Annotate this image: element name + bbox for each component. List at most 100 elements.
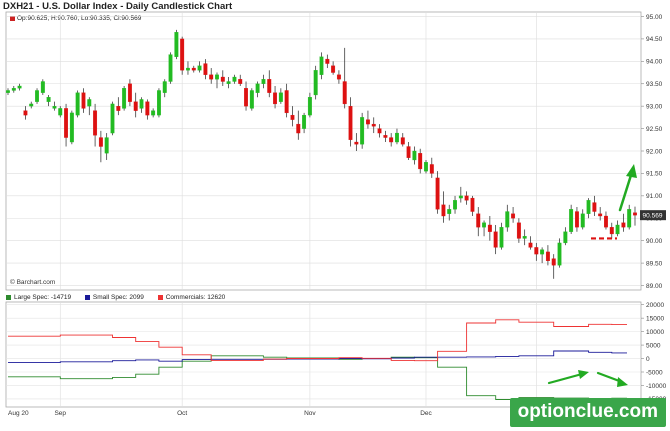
candle-body (249, 90, 254, 109)
candle-body (319, 56, 324, 75)
cot-panel-frame (5, 301, 642, 408)
candle-body (476, 213, 481, 228)
candle-body (46, 97, 51, 102)
candle-body (307, 97, 312, 116)
x-axis-label: Oct (177, 410, 187, 417)
candle-body (17, 85, 22, 89)
candle-body (348, 106, 353, 140)
candle-body (534, 247, 539, 255)
candle-body (604, 215, 608, 228)
candle-body (52, 106, 57, 109)
candle-body (598, 213, 603, 217)
cot-tick-label: -5000 (646, 369, 663, 376)
candle-body (220, 76, 225, 82)
cot-up-arrow-shaft (547, 372, 584, 385)
candle-body (238, 79, 243, 84)
x-axis-label: Sep (54, 410, 66, 417)
candle-body (615, 224, 620, 235)
candle-body (261, 79, 266, 84)
candle-body (511, 213, 516, 219)
candle-body (424, 162, 428, 172)
price-tick-label: 91.00 (646, 193, 663, 200)
candle-body (313, 70, 318, 96)
price-tick-label: 92.00 (646, 148, 663, 155)
candle-body (435, 177, 440, 210)
candle-body (168, 54, 173, 82)
candle-body (412, 150, 417, 161)
candle-body (278, 92, 283, 102)
cot-legend: Large Spec: -14719 Small Spec: 2099 Comm… (6, 294, 237, 301)
candle-body (290, 114, 295, 120)
price-up-arrow-shaft (618, 170, 634, 212)
candle-body (156, 90, 161, 116)
candle-body (87, 99, 92, 107)
candle-body (58, 108, 63, 116)
price-tick-label: 92.50 (646, 126, 663, 133)
legend-label-large-spec: Large Spec: -14719 (14, 294, 72, 301)
cot-tick-label: 0 (646, 356, 650, 363)
candle-body (487, 224, 492, 232)
candle-body (151, 110, 156, 116)
legend-swatch-small-spec (84, 294, 90, 300)
candle-body (186, 67, 190, 71)
candle-body (470, 197, 475, 212)
candle-body (563, 231, 568, 244)
candle-body (574, 211, 579, 228)
candle-body (406, 146, 411, 158)
candle-body (6, 90, 10, 93)
candle-body (69, 112, 74, 143)
candle-body (98, 137, 103, 147)
legend-small-spec: Small Spec: 2099 (84, 294, 144, 301)
candle-body (162, 81, 167, 93)
x-axis-label: Dec (420, 410, 432, 417)
brand-watermark: optionclue.com (509, 398, 666, 427)
candle-body (267, 79, 272, 93)
cot-line-small-spec (8, 350, 627, 364)
candle-body (342, 81, 347, 105)
candle-body (453, 200, 457, 210)
candle-body (354, 141, 359, 145)
candle-body (104, 137, 109, 154)
candle-body (296, 123, 301, 134)
price-tick-label: 90.00 (646, 238, 663, 245)
candle-body (609, 227, 614, 235)
candle-body (255, 83, 260, 93)
candle-body (464, 195, 469, 201)
candle-body (226, 81, 231, 84)
candle-body (180, 38, 185, 71)
price-tick-label: 89.00 (646, 283, 663, 290)
candle-body (145, 101, 150, 116)
price-tick-label: 93.00 (646, 103, 663, 110)
x-axis-label: Aug 20 (8, 410, 29, 417)
candle-body (447, 209, 452, 214)
candle-body (377, 128, 382, 134)
price-tick-label: 89.50 (646, 260, 663, 267)
candle-body (244, 88, 248, 107)
candle-body (551, 258, 556, 266)
legend-large-spec: Large Spec: -14719 (6, 294, 71, 301)
candle-body (325, 58, 330, 64)
candle-body (232, 76, 237, 82)
source-credit: © Barchart.com (10, 279, 56, 286)
candle-body (499, 227, 504, 248)
candle-body (528, 242, 533, 248)
candle-body (191, 67, 196, 71)
candle-body (110, 103, 115, 134)
candle-body (395, 132, 399, 143)
candle-body (633, 212, 637, 216)
candle-body (284, 90, 289, 114)
candle-body (482, 222, 487, 228)
x-axis-label: Nov (304, 410, 316, 417)
price-tick-label: 94.00 (646, 59, 663, 66)
candle-body (360, 117, 365, 145)
candlestick-chart: 95.00 94.50 94.00 93.50 93.00 92.50 92.00 91.50… (5, 11, 667, 417)
candle-body (569, 209, 574, 232)
cot-up-arrow-head (578, 370, 589, 379)
price-tick-label: 91.50 (646, 171, 663, 178)
price-tick-label: 95.00 (646, 14, 663, 21)
legend-label-small-spec: Small Spec: 2099 (92, 294, 144, 301)
cot-line-commercials (8, 319, 627, 362)
candle-body (11, 88, 16, 91)
candle-body (133, 101, 138, 111)
candle-body (441, 204, 446, 217)
